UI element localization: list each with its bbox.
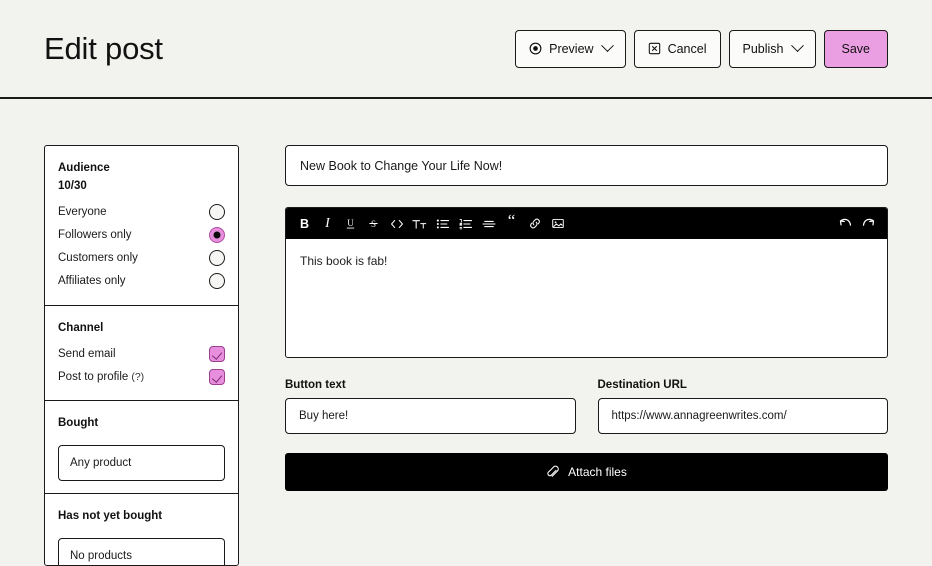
checkbox-post-to-profile[interactable] <box>209 368 225 385</box>
not-bought-input[interactable] <box>58 538 225 565</box>
checkbox-send-email[interactable] <box>209 345 225 362</box>
settings-sidebar: Audience 10/30 Everyone Followers only C… <box>44 145 239 566</box>
bold-icon[interactable]: B <box>294 212 315 235</box>
editor-toolbar: B I U S <box>286 208 887 239</box>
undo-icon[interactable] <box>835 212 856 235</box>
audience-option-label: Customers only <box>58 252 138 265</box>
channel-option-label: Post to profile <box>58 370 129 383</box>
page-header: Edit post Preview Cancel Publish Save <box>0 0 932 99</box>
button-text-label: Button text <box>285 379 346 391</box>
save-button[interactable]: Save <box>823 29 888 68</box>
help-icon[interactable]: (?) <box>131 371 144 383</box>
destination-url-field: Destination URL <box>597 379 888 434</box>
italic-icon[interactable]: I <box>317 212 338 235</box>
bought-title: Bought <box>58 417 99 430</box>
horizontal-rule-icon[interactable] <box>478 212 499 235</box>
rich-text-editor: B I U S <box>285 207 888 358</box>
post-title-input[interactable] <box>285 145 888 186</box>
cancel-button[interactable]: Cancel <box>633 29 721 68</box>
bought-input[interactable] <box>58 445 225 482</box>
underline-icon[interactable]: U <box>340 212 361 235</box>
audience-title: Audience <box>58 162 110 174</box>
chevron-down-icon <box>790 39 804 53</box>
image-icon[interactable] <box>547 212 568 235</box>
link-icon[interactable] <box>524 212 545 235</box>
audience-option-label: Affiliates only <box>58 275 126 288</box>
button-text-field: Button text <box>285 379 576 434</box>
editor-body[interactable]: This book is fab! <box>286 239 887 357</box>
bullet-list-icon[interactable] <box>432 212 453 235</box>
radio-everyone[interactable] <box>209 204 225 221</box>
channel-title: Channel <box>58 321 104 334</box>
preview-button-label: Preview <box>549 41 594 56</box>
audience-option-affiliates-only[interactable]: Affiliates only <box>58 270 225 293</box>
chevron-down-icon <box>600 39 614 53</box>
button-text-input[interactable] <box>285 398 576 434</box>
attach-files-label: Attach files <box>568 465 627 479</box>
destination-url-input[interactable] <box>597 398 888 434</box>
attach-files-button[interactable]: Attach files <box>285 453 888 491</box>
eye-icon <box>529 42 542 55</box>
page-title: Edit post <box>44 30 163 66</box>
svg-text:U: U <box>347 218 354 228</box>
post-editor-main: B I U S <box>285 145 888 566</box>
radio-followers-only[interactable] <box>209 227 225 244</box>
audience-count: 10/30 <box>58 179 87 192</box>
radio-affiliates-only[interactable] <box>209 273 225 290</box>
not-bought-title: Has not yet bought <box>58 510 163 523</box>
audience-option-everyone[interactable]: Everyone <box>58 201 225 224</box>
cancel-button-label: Cancel <box>667 41 707 56</box>
blockquote-icon[interactable]: “ <box>501 212 522 235</box>
preview-button[interactable]: Preview <box>515 29 626 68</box>
audience-option-label: Followers only <box>58 229 132 242</box>
not-bought-section: Has not yet bought <box>45 494 238 565</box>
cta-fields-row: Button text Destination URL <box>285 379 888 434</box>
audience-option-followers-only[interactable]: Followers only <box>58 224 225 247</box>
destination-url-label: Destination URL <box>597 379 687 391</box>
code-icon[interactable] <box>386 212 407 235</box>
strikethrough-icon[interactable]: S <box>363 212 384 235</box>
close-box-icon <box>648 42 661 55</box>
page-content: Audience 10/30 Everyone Followers only C… <box>0 99 932 566</box>
font-size-icon[interactable] <box>409 212 430 235</box>
redo-icon[interactable] <box>858 212 879 235</box>
channel-section: Channel Send email Post to profile (?) <box>45 306 238 402</box>
numbered-list-icon[interactable] <box>455 212 476 235</box>
publish-button[interactable]: Publish <box>728 29 816 68</box>
save-button-label: Save <box>841 41 871 56</box>
audience-option-customers-only[interactable]: Customers only <box>58 247 225 270</box>
channel-option-send-email[interactable]: Send email <box>58 342 225 365</box>
audience-section: Audience 10/30 Everyone Followers only C… <box>45 146 238 306</box>
header-actions: Preview Cancel Publish Save <box>515 29 888 68</box>
radio-customers-only[interactable] <box>209 250 225 267</box>
publish-button-label: Publish <box>742 41 784 56</box>
channel-option-post-to-profile[interactable]: Post to profile (?) <box>58 365 225 388</box>
bought-section: Bought <box>45 401 238 495</box>
audience-option-label: Everyone <box>58 206 107 219</box>
channel-option-label: Send email <box>58 347 116 360</box>
paperclip-icon <box>546 465 560 479</box>
